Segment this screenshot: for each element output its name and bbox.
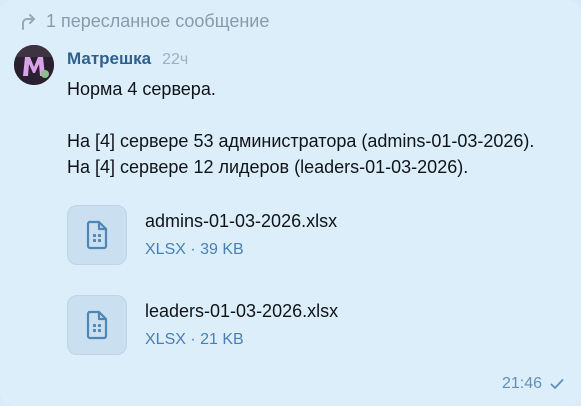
read-check-icon <box>542 378 564 390</box>
forward-arrow-icon <box>19 13 37 31</box>
message-text: Норма 4 сервера. На [4] сервере 53 админ… <box>67 76 572 180</box>
message-line: Норма 4 сервера. <box>67 79 216 99</box>
avatar[interactable] <box>14 45 54 85</box>
sender-row: Матрешка 22ч <box>67 49 188 69</box>
document-icon[interactable] <box>67 205 127 265</box>
message-time: 21:46 <box>501 375 542 392</box>
message-bubble[interactable]: 1 пересланное сообщение Матрешка 22ч Нор… <box>0 0 581 406</box>
message-footer: 21:46 <box>502 375 564 393</box>
message-line: На [4] сервере 53 администратора (admins… <box>67 131 535 151</box>
file-attachment[interactable]: admins-01-03-2026.xlsx XLSX · 39 KB <box>67 205 337 265</box>
sender-name[interactable]: Матрешка <box>67 49 151 69</box>
file-meta: XLSX · 39 KB <box>145 241 244 258</box>
file-name[interactable]: admins-01-03-2026.xlsx <box>145 210 337 232</box>
sent-time: 22ч <box>162 51 189 68</box>
file-name[interactable]: leaders-01-03-2026.xlsx <box>145 300 338 322</box>
forwarded-label: 1 пересланное сообщение <box>46 11 270 31</box>
message-line: На [4] сервере 12 лидеров (leaders-01-03… <box>67 157 469 177</box>
file-attachment[interactable]: leaders-01-03-2026.xlsx XLSX · 21 KB <box>67 295 338 355</box>
file-meta: XLSX · 21 KB <box>145 331 244 348</box>
document-icon[interactable] <box>67 295 127 355</box>
forwarded-header[interactable]: 1 пересланное сообщение <box>19 11 269 32</box>
